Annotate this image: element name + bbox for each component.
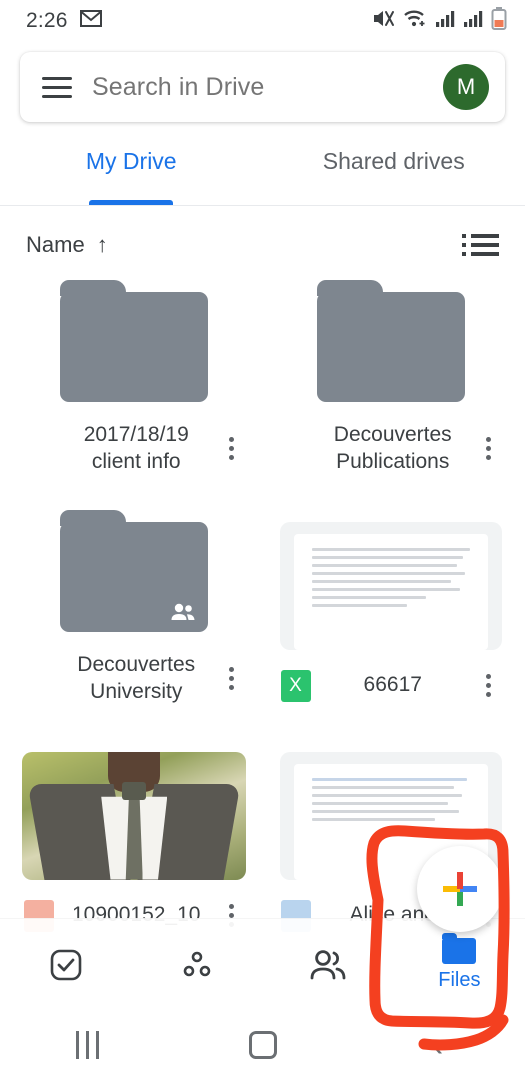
recents-icon [76,1031,99,1059]
status-bar-left: 2:26 [26,9,102,33]
search-bar[interactable]: M [20,52,505,122]
drive-tabs: My Drive Shared drives [0,144,525,206]
android-home-button[interactable] [175,1031,350,1059]
signal-icon [435,9,456,33]
thumbnail-page [293,533,488,650]
item-overflow-menu-icon[interactable] [473,437,503,461]
photo-thumbnail [22,751,247,880]
status-bar: 2:26 [0,0,525,42]
grid-item-folder[interactable]: Decouvertes Publications [275,280,508,476]
excel-icon: X [280,669,311,702]
folder-icon [60,509,209,632]
bottom-nav-files-label: Files [438,968,481,991]
shared-people-icon [310,949,346,979]
battery-low-icon [491,7,507,35]
item-caption: Decouvertes Publications [275,422,508,476]
tab-shared-drives-label: Shared drives [322,148,465,174]
grid-item-spreadsheet[interactable]: X 66617 [275,521,508,706]
item-name: Decouvertes University [77,652,196,703]
status-time: 2:26 [26,9,68,32]
folder-icon [60,280,209,402]
grid-item-image[interactable]: 10900152_10 [18,751,251,932]
android-navigation-bar: ‹ [0,1010,525,1080]
folder-icon [316,280,465,402]
google-plus-icon [443,872,477,906]
bottom-nav-home[interactable] [0,919,131,1010]
item-overflow-menu-icon[interactable] [473,674,503,698]
bottom-navigation-bar: Files [0,918,525,1010]
item-overflow-menu-icon[interactable] [217,437,247,461]
file-type-icon: X [279,669,313,702]
wifi-icon [403,8,428,34]
tab-my-drive-label: My Drive [85,148,177,174]
gmail-icon [79,10,102,32]
bottom-nav-highlights[interactable] [131,919,262,1010]
bottom-nav-shared[interactable] [263,919,394,1010]
item-caption: X 66617 [275,669,508,702]
signal-icon [463,9,484,33]
back-icon: ‹ [431,1026,444,1064]
sort-label: Name [26,232,85,257]
item-caption: 2017/18/19 client info [18,422,251,476]
new-file-fab-button[interactable] [417,846,503,932]
grid-item-folder[interactable]: 2017/18/19 client info [18,280,251,476]
item-name: 66617 [363,673,422,697]
sort-arrow-up-icon: ↑ [96,232,108,257]
search-bar-container: M [0,42,525,122]
file-grid: 2017/18/19 client info Decouvertes Publi… [0,258,525,932]
tab-my-drive[interactable]: My Drive [0,144,263,205]
drive-app-screen: 2:26 M [0,0,525,1080]
highlights-dots-icon [183,951,211,976]
bottom-nav-files[interactable]: Files [394,919,525,1010]
item-name: Decouvertes Publications [333,423,452,473]
sort-control[interactable]: Name ↑ [26,232,108,258]
android-recents-button[interactable] [0,1031,175,1059]
home-icon [248,1031,277,1059]
grid-item-folder-shared[interactable]: Decouvertes University [18,509,251,706]
grid-row: 2017/18/19 client info Decouvertes Publi… [18,280,508,476]
list-view-icon[interactable] [462,234,499,256]
home-check-icon [50,949,81,980]
item-overflow-menu-icon[interactable] [217,667,247,691]
spreadsheet-thumbnail [279,521,502,650]
item-name: 2017/18/19 client info [83,423,189,473]
mute-icon [372,8,396,34]
hamburger-menu-icon[interactable] [42,76,72,98]
shared-people-icon [171,603,195,620]
avatar[interactable]: M [443,64,489,110]
item-caption: Decouvertes University [18,652,251,706]
tab-shared-drives[interactable]: Shared drives [263,144,525,205]
grid-row: Decouvertes University X 66617 [18,509,508,706]
status-bar-right [372,7,507,35]
search-input[interactable] [92,72,423,102]
sort-row: Name ↑ [0,206,525,258]
files-folder-icon [442,932,477,964]
android-back-button[interactable]: ‹ [350,1028,525,1062]
